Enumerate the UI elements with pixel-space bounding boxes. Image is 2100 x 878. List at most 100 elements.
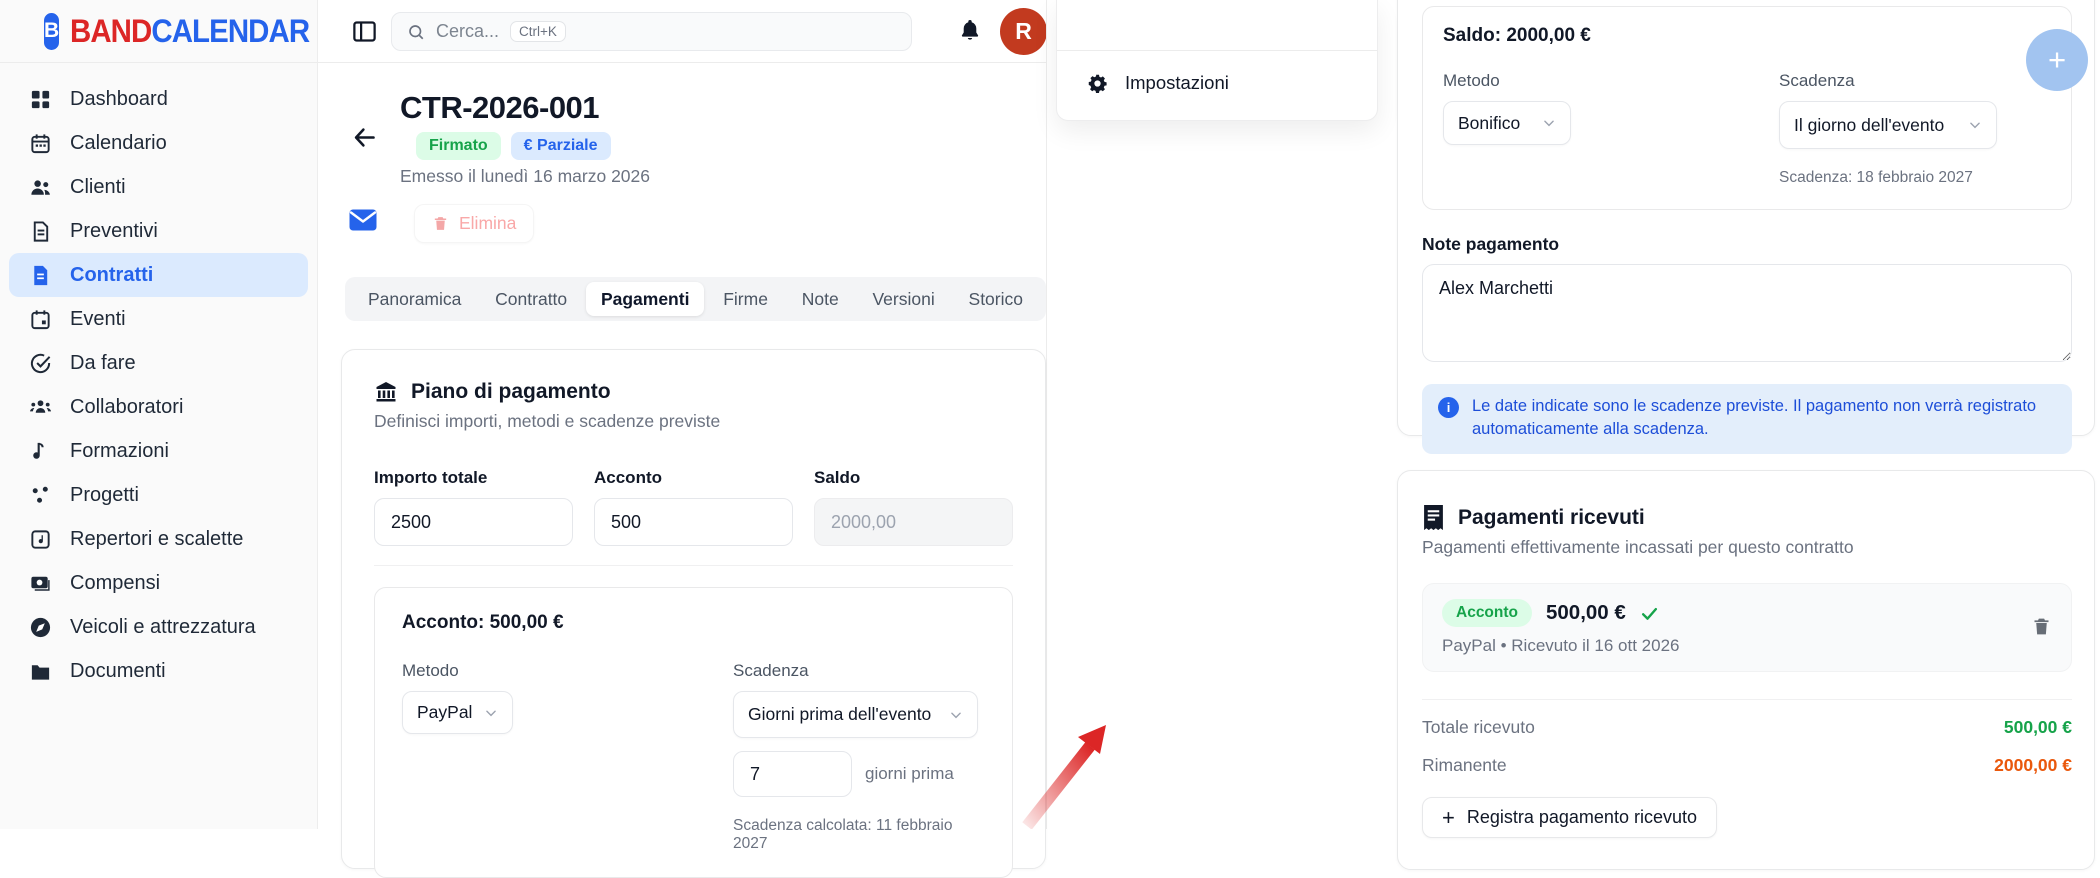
deposit-label: Acconto	[594, 468, 662, 487]
sidebar-item-progetti[interactable]: Progetti	[9, 473, 308, 517]
contract-badges: Firmato € Parziale	[416, 132, 611, 160]
trash-icon	[432, 215, 449, 233]
sidebar-item-label: Veicoli e attrezzatura	[70, 615, 256, 638]
dashboard-icon	[29, 88, 52, 111]
calendar-icon	[29, 132, 52, 155]
deposit-due-label: Scadenza	[733, 661, 809, 680]
floating-add-button[interactable]: +	[2026, 29, 2088, 91]
tab-contratto[interactable]: Contratto	[480, 282, 582, 316]
payment-plan-right-card: Saldo: 2000,00 € Metodo Bonifico Scadenz…	[1397, 0, 2095, 454]
payment-notes-textarea[interactable]: Alex Marchetti	[1422, 264, 2072, 362]
total-amount-input[interactable]	[374, 498, 573, 546]
sidebar-item-preventivi[interactable]: Preventivi	[9, 209, 308, 253]
sidebar-toggle-icon[interactable]	[351, 18, 378, 45]
sidebar-item-compensi[interactable]: Compensi	[9, 561, 308, 605]
sidebar: B BANDCALENDAR Dashboard Calendario Clie…	[0, 0, 318, 829]
receipt-icon	[1422, 505, 1445, 531]
deposit-method-select[interactable]: PayPal	[402, 691, 514, 734]
bank-icon	[374, 380, 398, 404]
brand-logo-text: BANDCALENDAR	[70, 12, 311, 50]
deposit-input[interactable]	[594, 498, 793, 546]
payment-meta: PayPal • Ricevuto il 16 ott 2026	[1442, 636, 1680, 655]
plus-icon: +	[1442, 804, 1455, 830]
sidebar-item-da-fare[interactable]: Da fare	[9, 341, 308, 385]
chevron-down-icon	[1542, 116, 1556, 130]
sidebar-item-label: Dashboard	[70, 87, 168, 110]
payment-plan-subtitle: Definisci importi, metodi e scadenze pre…	[374, 411, 721, 431]
balance-input	[814, 498, 1013, 546]
delete-button[interactable]: Elimina	[414, 204, 535, 243]
tab-versioni[interactable]: Versioni	[857, 282, 949, 316]
payment-notes-label: Note pagamento	[1422, 234, 1560, 254]
chevron-down-icon	[484, 706, 498, 720]
search-input[interactable]: Cerca... Ctrl+K	[391, 12, 912, 51]
sidebar-item-label: Repertori e scalette	[70, 527, 244, 550]
balance-due-select[interactable]: Il giorno dell'evento	[1779, 101, 1997, 149]
balance-due-label: Scadenza	[1779, 71, 1855, 90]
sidebar-item-documenti[interactable]: Documenti	[9, 649, 308, 693]
brand-name-band: BAND	[70, 12, 152, 49]
balance-label: Saldo	[814, 468, 861, 487]
brand-logo[interactable]: B BANDCALENDAR	[0, 0, 317, 63]
deposit-section-title: Acconto: 500,00 €	[402, 612, 564, 633]
file-icon	[29, 264, 52, 287]
tab-firme[interactable]: Firme	[708, 282, 783, 316]
sidebar-item-calendario[interactable]: Calendario	[9, 121, 308, 165]
content-right-border	[1046, 0, 1047, 829]
chevron-down-icon	[1968, 118, 1982, 132]
register-payment-button[interactable]: + Registra pagamento ricevuto	[1422, 797, 1717, 838]
sidebar-item-repertori-e-scalette[interactable]: Repertori e scalette	[9, 517, 308, 561]
contract-tabs: Panoramica Contratto Pagamenti Firme Note Ver…	[345, 277, 1046, 321]
back-button[interactable]	[351, 124, 378, 151]
calculated-due-date: Scadenza calcolata: 11 febbraio 2027	[733, 817, 953, 852]
sidebar-item-label: Da fare	[70, 351, 136, 374]
sidebar-item-clienti[interactable]: Clienti	[9, 165, 308, 209]
sidebar-nav: Dashboard Calendario Clienti Preventivi …	[0, 63, 317, 693]
check-icon	[1640, 604, 1659, 623]
brand-name-calendar: CALENDAR	[151, 12, 311, 49]
context-menu: Impostazioni	[1056, 0, 1378, 121]
sidebar-item-eventi[interactable]: Eventi	[9, 297, 308, 341]
status-badge-partial: € Parziale	[510, 132, 611, 160]
total-amount-label: Importo totale	[374, 468, 488, 487]
check-circle-icon	[29, 352, 52, 375]
balance-due-date: Scadenza: 18 febbraio 2027	[1779, 169, 1973, 186]
days-before-suffix: giorni prima	[865, 764, 954, 783]
deposit-section: Acconto: 500,00 € Metodo PayPal Scadenza…	[374, 587, 1013, 878]
sidebar-item-formazioni[interactable]: Formazioni	[9, 429, 308, 473]
topbar: Cerca... Ctrl+K R	[318, 0, 1047, 63]
sidebar-item-label: Preventivi	[70, 219, 158, 242]
sidebar-item-dashboard[interactable]: Dashboard	[9, 77, 308, 121]
sidebar-item-collaboratori[interactable]: Collaboratori	[9, 385, 308, 429]
sidebar-item-veicoli-e-attrezzatura[interactable]: Veicoli e attrezzatura	[9, 605, 308, 649]
payment-type-badge: Acconto	[1442, 599, 1532, 627]
deposit-due-select[interactable]: Giorni prima dell'evento	[733, 691, 978, 738]
remaining-value: 2000,00 €	[1994, 755, 2072, 775]
menu-item-settings[interactable]: Impostazioni	[1057, 51, 1377, 115]
email-icon[interactable]	[349, 209, 377, 231]
banknote-icon	[29, 572, 52, 595]
notifications-bell-icon[interactable]	[958, 18, 982, 44]
tab-panoramica[interactable]: Panoramica	[353, 282, 476, 316]
folder-icon	[29, 660, 52, 683]
menu-divider	[1057, 0, 1377, 51]
playlist-icon	[29, 528, 52, 551]
sidebar-item-contratti[interactable]: Contratti	[9, 253, 308, 297]
tab-pagamenti[interactable]: Pagamenti	[585, 282, 705, 316]
user-avatar[interactable]: R	[1000, 8, 1047, 55]
gear-icon	[1087, 73, 1108, 94]
sidebar-item-label: Contratti	[70, 263, 154, 286]
tab-note[interactable]: Note	[787, 282, 854, 316]
delete-payment-icon[interactable]	[2031, 616, 2052, 639]
total-received-value: 500,00 €	[2003, 717, 2072, 737]
received-payments-card: Pagamenti ricevuti Pagamenti effettivame…	[1397, 470, 2095, 870]
info-banner: i Le date indicate sono le scadenze prev…	[1422, 384, 2072, 454]
tab-storico[interactable]: Storico	[954, 282, 1038, 316]
sidebar-item-label: Calendario	[70, 131, 167, 154]
balance-method-select[interactable]: Bonifico	[1443, 101, 1571, 145]
plus-icon: +	[2047, 42, 2067, 77]
remaining-label: Rimanente	[1422, 755, 1507, 775]
users-icon	[29, 176, 52, 199]
balance-section: Saldo: 2000,00 € Metodo Bonifico Scadenz…	[1422, 6, 2072, 210]
days-before-input[interactable]	[733, 751, 852, 797]
